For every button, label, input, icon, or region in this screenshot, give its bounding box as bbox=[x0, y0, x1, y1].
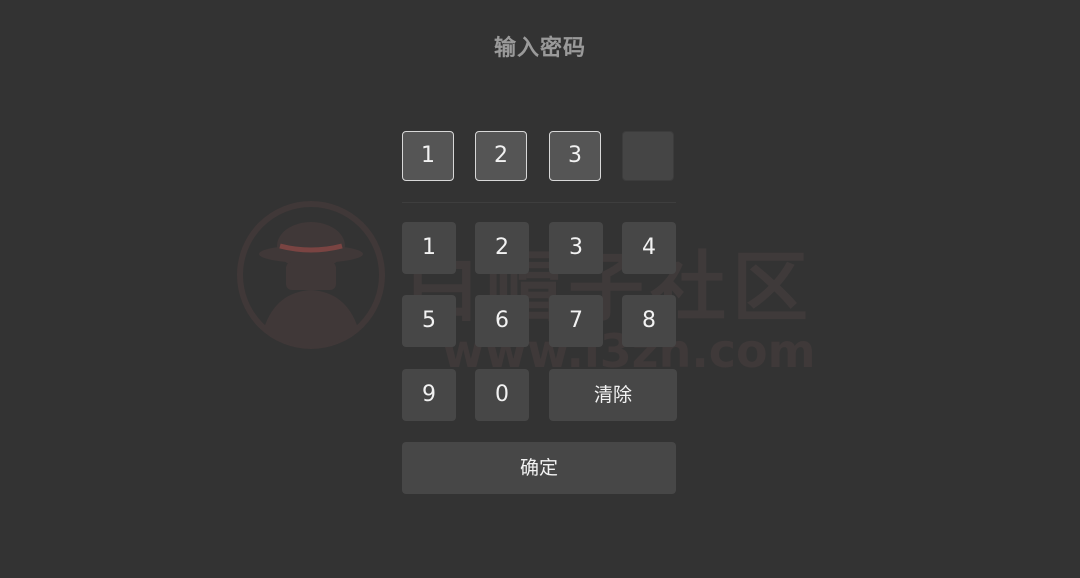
pin-digit-3: 3 bbox=[549, 131, 601, 181]
pin-digit-4 bbox=[622, 131, 674, 181]
key-5[interactable]: 5 bbox=[402, 295, 456, 347]
divider bbox=[402, 202, 676, 203]
key-0[interactable]: 0 bbox=[475, 369, 529, 421]
key-6[interactable]: 6 bbox=[475, 295, 529, 347]
page-title: 输入密码 bbox=[493, 36, 586, 61]
confirm-button[interactable]: 确定 bbox=[402, 442, 676, 494]
key-3[interactable]: 3 bbox=[549, 222, 603, 274]
watermark-text: 白帽子社区 bbox=[404, 243, 814, 332]
watermark-logo bbox=[237, 201, 385, 349]
password-screen: 白帽子社区 www.i3zh.com 输入密码 1 2 3 1 2 3 4 5 … bbox=[0, 0, 1080, 578]
clear-button[interactable]: 清除 bbox=[549, 369, 677, 421]
key-2[interactable]: 2 bbox=[475, 222, 529, 274]
key-7[interactable]: 7 bbox=[549, 295, 603, 347]
key-9[interactable]: 9 bbox=[402, 369, 456, 421]
key-4[interactable]: 4 bbox=[622, 222, 676, 274]
key-1[interactable]: 1 bbox=[402, 222, 456, 274]
pin-digit-1: 1 bbox=[402, 131, 454, 181]
pin-digit-2: 2 bbox=[475, 131, 527, 181]
key-8[interactable]: 8 bbox=[622, 295, 676, 347]
